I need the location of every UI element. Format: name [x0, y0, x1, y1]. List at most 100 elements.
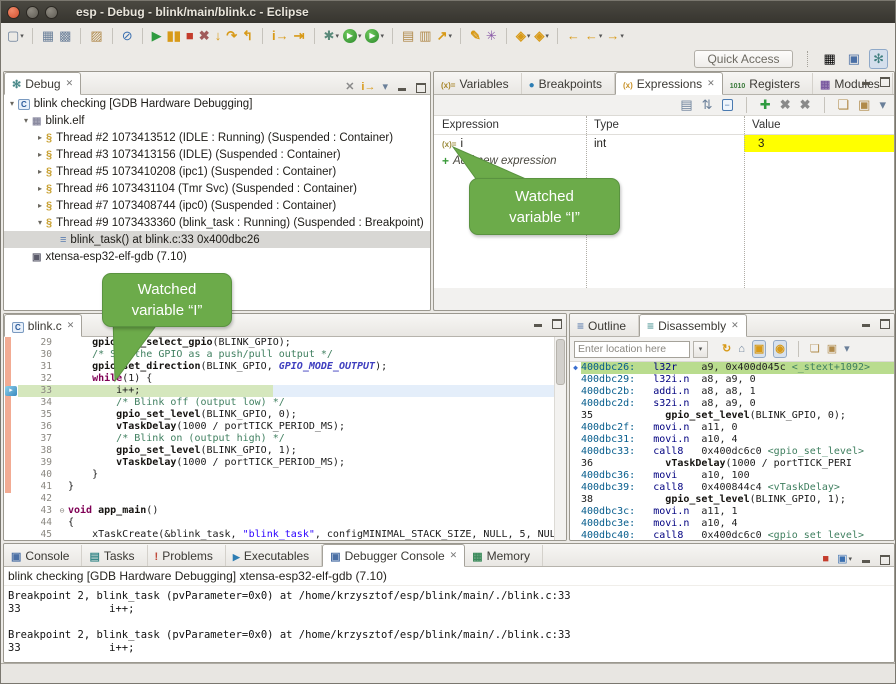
tree-item[interactable]: ▸ Thread #7 1073408744 (ipc0) (Suspended… [4, 197, 430, 214]
maximize-view-button[interactable] [879, 76, 890, 87]
disassembly-line[interactable]: 400dbc31: movi.n a10, 4 [570, 434, 894, 446]
tree-expand-arrow[interactable]: ▾ [20, 116, 32, 125]
line-number[interactable]: 33 [18, 385, 56, 397]
tree-item[interactable]: ▸ Thread #2 1073413512 (IDLE : Running) … [4, 129, 430, 146]
new-wizard-icon[interactable]: ▢▾ [5, 25, 26, 47]
fold-marker[interactable] [56, 373, 68, 385]
run-icon[interactable]: ▶▾ [341, 25, 364, 47]
forward-icon[interactable]: →▾ [604, 25, 626, 47]
fold-marker[interactable] [56, 445, 68, 457]
resume-icon[interactable]: ▶ [150, 25, 165, 47]
line-number[interactable]: 31 [18, 361, 56, 373]
tree-expand-arrow[interactable]: ▸ [34, 150, 46, 159]
fold-marker[interactable] [56, 493, 68, 505]
sync-pc-icon[interactable]: ◉ [771, 338, 789, 360]
tab-outline[interactable]: Outline [570, 315, 639, 336]
code-line[interactable]: 38 gpio_set_level(BLINK_GPIO, 1); [18, 445, 566, 457]
new-cpp-project-icon[interactable]: ▤ [400, 25, 417, 47]
display-console-icon[interactable]: ▣▾ [835, 548, 854, 570]
tab-disassembly[interactable]: Disassembly ✕ [639, 314, 747, 337]
column-header-value[interactable]: Value [744, 119, 894, 131]
close-button[interactable] [7, 6, 20, 19]
disassembly-line[interactable]: 400dbc3e: movi.n a10, 4 [570, 518, 894, 530]
search-icon[interactable]: ✳ [484, 25, 500, 47]
disassembly-line[interactable]: 400dbc3c: movi.n a11, 1 [570, 506, 894, 518]
tree-item[interactable]: ▾ blink.elf [4, 112, 430, 129]
line-number[interactable]: 36 [18, 421, 56, 433]
expression-row[interactable]: i int 3 [434, 135, 894, 152]
maximize-view-button[interactable] [551, 318, 562, 329]
line-number[interactable]: 34 [18, 397, 56, 409]
code-line[interactable]: 35 gpio_set_level(BLINK_GPIO, 0); [18, 409, 566, 421]
line-number[interactable]: 39 [18, 457, 56, 469]
fold-marker[interactable] [56, 517, 68, 529]
tab-debug[interactable]: Debug ✕ [4, 72, 81, 95]
code-editor[interactable]: ▸ 29 gpio_pad_select_gpio(BLINK_GPIO); 3… [4, 337, 566, 541]
tab-breakpoints[interactable]: Breakpoints [522, 73, 615, 94]
tab-blink-c[interactable]: blink.c ✕ [4, 314, 82, 337]
remove-all-expressions-icon[interactable]: ✖ [798, 94, 813, 116]
tab-memory[interactable]: Memory [465, 545, 543, 566]
fold-marker[interactable] [56, 457, 68, 469]
disassembly-line[interactable]: 400dbc2d: s32i.n a8, a9, 0 [570, 398, 894, 410]
line-number[interactable]: 45 [18, 529, 56, 541]
fold-marker[interactable] [56, 409, 68, 421]
line-number[interactable]: 32 [18, 373, 56, 385]
code-line[interactable]: 40 } [18, 469, 566, 481]
close-tab-icon[interactable]: ✕ [66, 78, 74, 89]
tree-item[interactable]: ▸ Thread #6 1073431104 (Tmr Svc) (Suspen… [4, 180, 430, 197]
minimize-view-button[interactable] [861, 76, 872, 87]
column-header-type[interactable]: Type [586, 119, 744, 131]
pin-view-icon[interactable]: ▣ [856, 94, 872, 116]
last-edit-location-icon[interactable]: ◈▾ [514, 25, 533, 47]
suspend-icon[interactable]: ▮▮ [165, 25, 184, 47]
scrollbar-thumb[interactable] [556, 339, 565, 385]
link-view-icon[interactable]: ▣ [825, 338, 839, 360]
code-line[interactable]: 44 { [18, 517, 566, 529]
tab-problems[interactable]: Problems [148, 545, 226, 566]
tree-expand-arrow[interactable]: ▸ [34, 201, 46, 210]
tree-item[interactable]: blink_task() at blink.c:33 0x400dbc26 [4, 231, 430, 248]
line-number[interactable]: 41 [18, 481, 56, 493]
disassembly-line[interactable]: 400dbc29: l32i.n a8, a9, 0 [570, 374, 894, 386]
disassembly-line[interactable]: 400dbc33: call8 0x400dc6c0 <gpio_set_lev… [570, 446, 894, 458]
fold-marker[interactable] [56, 469, 68, 481]
console-output[interactable]: Breakpoint 2, blink_task (pvParameter=0x… [4, 586, 894, 663]
line-number[interactable]: 35 [18, 409, 56, 421]
terminate-icon[interactable]: ■ [184, 25, 197, 47]
line-number[interactable]: 37 [18, 433, 56, 445]
tree-expand-arrow[interactable]: ▾ [34, 218, 46, 227]
tree-expand-arrow[interactable]: ▸ [34, 184, 46, 193]
maximize-window-button[interactable] [45, 6, 58, 19]
show-type-names-icon[interactable]: ▤ [678, 94, 694, 116]
close-tab-icon[interactable]: ✕ [67, 320, 75, 331]
tree-expand-arrow[interactable]: ▸ [34, 133, 46, 142]
maximize-view-button[interactable] [879, 318, 890, 329]
line-number[interactable]: 43 [18, 505, 56, 517]
minimize-view-button[interactable] [533, 318, 544, 329]
show-source-icon[interactable]: ▣ [750, 338, 768, 360]
fold-marker[interactable] [56, 337, 68, 349]
code-line[interactable]: 32 while(1) { [18, 373, 566, 385]
save-all-icon[interactable]: ▩ [57, 25, 74, 47]
maximize-view-button[interactable] [879, 554, 890, 565]
location-dropdown-icon[interactable]: ▾ [693, 341, 708, 358]
location-input[interactable]: Enter location here [574, 341, 690, 358]
view-menu-icon[interactable]: ▾ [877, 94, 888, 116]
column-header-expression[interactable]: Expression [434, 119, 586, 131]
remove-expression-icon[interactable]: ✖ [778, 94, 793, 116]
add-expression-row[interactable]: Add new expression [434, 152, 894, 169]
minimize-window-button[interactable] [26, 6, 39, 19]
code-line[interactable]: 29 gpio_pad_select_gpio(BLINK_GPIO); [18, 337, 566, 349]
code-line[interactable]: 37 /* Blink on (output high) */ [18, 433, 566, 445]
code-line[interactable]: 43 ⊖ void app_main() [18, 505, 566, 517]
fold-marker[interactable] [56, 529, 68, 541]
disassembly-line[interactable]: 36 vTaskDelay(1000 / portTICK_PERI [570, 458, 894, 470]
step-filters-icon[interactable]: ⇥ [292, 25, 308, 47]
new-view-icon[interactable]: ❏ [808, 338, 822, 360]
home-icon[interactable]: ⌂ [736, 338, 747, 360]
tab-expressions[interactable]: Expressions ✕ [615, 72, 723, 95]
tab-debugger-console[interactable]: Debugger Console ✕ [322, 544, 465, 567]
disassembly-line[interactable]: 35 gpio_set_level(BLINK_GPIO, 0); [570, 410, 894, 422]
disconnect-icon[interactable]: ✖ [197, 25, 213, 47]
